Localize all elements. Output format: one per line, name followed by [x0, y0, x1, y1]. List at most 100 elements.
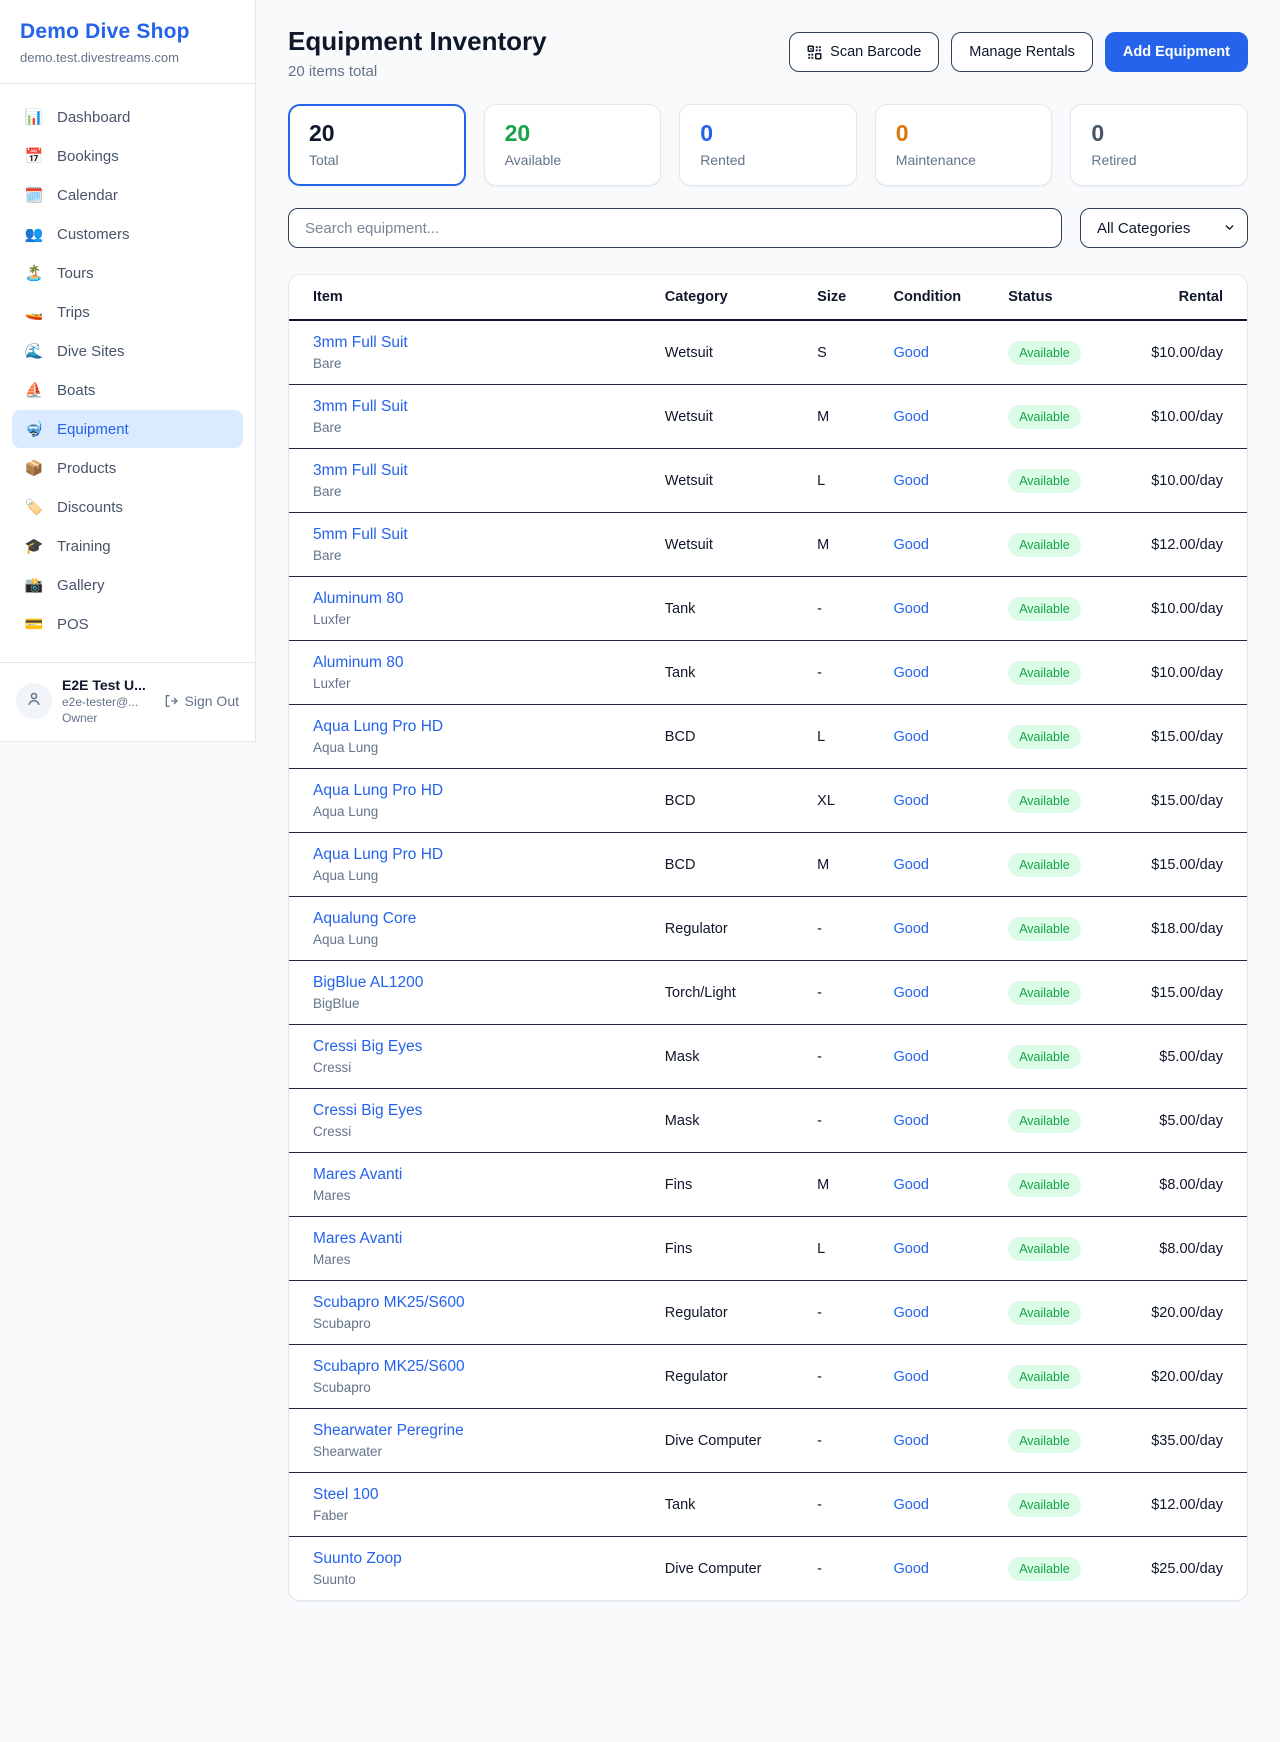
sidebar-item-discounts[interactable]: 🏷️Discounts [12, 488, 243, 526]
item-brand: Cressi [313, 1060, 633, 1075]
stat-card-available[interactable]: 20Available [484, 104, 662, 186]
item-brand: Bare [313, 548, 633, 563]
item-link[interactable]: Aqua Lung Pro HD [313, 718, 633, 736]
sidebar-item-dive-sites[interactable]: 🌊Dive Sites [12, 332, 243, 370]
category-cell: Tank [665, 601, 696, 617]
item-link[interactable]: Aluminum 80 [313, 654, 633, 672]
condition-link[interactable]: Good [894, 1113, 929, 1129]
rental-price: $18.00/day [1151, 921, 1223, 937]
item-link[interactable]: Cressi Big Eyes [313, 1038, 633, 1056]
condition-link[interactable]: Good [894, 409, 929, 425]
sidebar-item-products[interactable]: 📦Products [12, 449, 243, 487]
search-input[interactable] [288, 208, 1062, 248]
status-badge: Available [1008, 853, 1081, 877]
scan-barcode-button[interactable]: Scan Barcode [789, 32, 939, 72]
status-badge: Available [1008, 1429, 1081, 1453]
item-link[interactable]: Suunto Zoop [313, 1550, 633, 1568]
condition-link[interactable]: Good [894, 473, 929, 489]
condition-link[interactable]: Good [894, 1497, 929, 1513]
sidebar-item-bookings[interactable]: 📅Bookings [12, 137, 243, 175]
item-link[interactable]: 5mm Full Suit [313, 526, 633, 544]
item-link[interactable]: Shearwater Peregrine [313, 1422, 633, 1440]
item-link[interactable]: Steel 100 [313, 1486, 633, 1504]
item-link[interactable]: Aqua Lung Pro HD [313, 846, 633, 864]
sidebar-item-trips[interactable]: 🚤Trips [12, 293, 243, 331]
stat-card-total[interactable]: 20Total [288, 104, 466, 186]
sidebar-item-equipment[interactable]: 🤿Equipment [12, 410, 243, 448]
column-header-category: Category [649, 275, 801, 320]
item-link[interactable]: Scubapro MK25/S600 [313, 1358, 633, 1376]
rental-price: $5.00/day [1159, 1113, 1223, 1129]
condition-link[interactable]: Good [894, 1049, 929, 1065]
condition-link[interactable]: Good [894, 921, 929, 937]
sidebar-item-gallery[interactable]: 📸Gallery [12, 566, 243, 604]
item-link[interactable]: 3mm Full Suit [313, 398, 633, 416]
condition-link[interactable]: Good [894, 857, 929, 873]
sidebar-item-pos[interactable]: 💳POS [12, 605, 243, 643]
item-link[interactable]: Aluminum 80 [313, 590, 633, 608]
item-link[interactable]: Aqualung Core [313, 910, 633, 928]
condition-link[interactable]: Good [894, 665, 929, 681]
item-link[interactable]: Aqua Lung Pro HD [313, 782, 633, 800]
status-badge: Available [1008, 917, 1081, 941]
category-select[interactable]: All Categories [1080, 208, 1248, 248]
condition-link[interactable]: Good [894, 345, 929, 361]
status-badge: Available [1008, 789, 1081, 813]
sidebar-item-boats[interactable]: ⛵Boats [12, 371, 243, 409]
manage-rentals-button[interactable]: Manage Rentals [951, 32, 1093, 72]
stat-label-rented: Rented [700, 152, 836, 168]
item-link[interactable]: 3mm Full Suit [313, 462, 633, 480]
category-cell: Mask [665, 1113, 700, 1129]
status-badge: Available [1008, 1493, 1081, 1517]
scan-barcode-label: Scan Barcode [830, 44, 921, 60]
stat-card-maintenance[interactable]: 0Maintenance [875, 104, 1053, 186]
item-brand: Cressi [313, 1124, 633, 1139]
condition-link[interactable]: Good [894, 793, 929, 809]
item-brand: Mares [313, 1188, 633, 1203]
category-cell: Regulator [665, 1369, 728, 1385]
size-cell: XL [817, 793, 835, 809]
category-cell: Torch/Light [665, 985, 736, 1001]
status-badge: Available [1008, 725, 1081, 749]
condition-link[interactable]: Good [894, 1305, 929, 1321]
column-header-size: Size [801, 275, 877, 320]
condition-link[interactable]: Good [894, 537, 929, 553]
user-meta: E2E Test U... e2e-tester@... Owner [62, 677, 151, 725]
sign-out-button[interactable]: Sign Out [161, 689, 241, 713]
item-link[interactable]: Cressi Big Eyes [313, 1102, 633, 1120]
condition-link[interactable]: Good [894, 729, 929, 745]
sidebar-item-dashboard[interactable]: 📊Dashboard [12, 98, 243, 136]
stat-label-available: Available [505, 152, 641, 168]
size-cell: - [817, 1433, 822, 1449]
sidebar-item-tours[interactable]: 🏝️Tours [12, 254, 243, 292]
item-link[interactable]: 3mm Full Suit [313, 334, 633, 352]
sidebar-item-calendar[interactable]: 🗓️Calendar [12, 176, 243, 214]
products-icon: 📦 [24, 459, 44, 477]
condition-link[interactable]: Good [894, 1433, 929, 1449]
condition-link[interactable]: Good [894, 601, 929, 617]
condition-link[interactable]: Good [894, 1241, 929, 1257]
table-header: Item Category Size Condition Status Rent… [289, 275, 1247, 320]
item-link[interactable]: Scubapro MK25/S600 [313, 1294, 633, 1312]
dive-sites-icon: 🌊 [24, 342, 44, 360]
stat-card-retired[interactable]: 0Retired [1070, 104, 1248, 186]
item-brand: Mares [313, 1252, 633, 1267]
rental-price: $12.00/day [1151, 537, 1223, 553]
item-link[interactable]: Mares Avanti [313, 1230, 633, 1248]
item-link[interactable]: Mares Avanti [313, 1166, 633, 1184]
brand[interactable]: Demo Dive Shop [20, 20, 235, 44]
condition-link[interactable]: Good [894, 1369, 929, 1385]
sidebar-item-label: Boats [57, 382, 95, 399]
condition-link[interactable]: Good [894, 1561, 929, 1577]
item-link[interactable]: BigBlue AL1200 [313, 974, 633, 992]
condition-link[interactable]: Good [894, 1177, 929, 1193]
stat-card-rented[interactable]: 0Rented [679, 104, 857, 186]
sidebar-item-training[interactable]: 🎓Training [12, 527, 243, 565]
sidebar-item-customers[interactable]: 👥Customers [12, 215, 243, 253]
header-actions: Scan Barcode Manage Rentals Add Equipmen… [789, 32, 1248, 72]
stat-value-retired: 0 [1091, 120, 1227, 147]
status-badge: Available [1008, 469, 1081, 493]
condition-link[interactable]: Good [894, 985, 929, 1001]
rental-price: $15.00/day [1151, 857, 1223, 873]
add-equipment-button[interactable]: Add Equipment [1105, 32, 1248, 72]
